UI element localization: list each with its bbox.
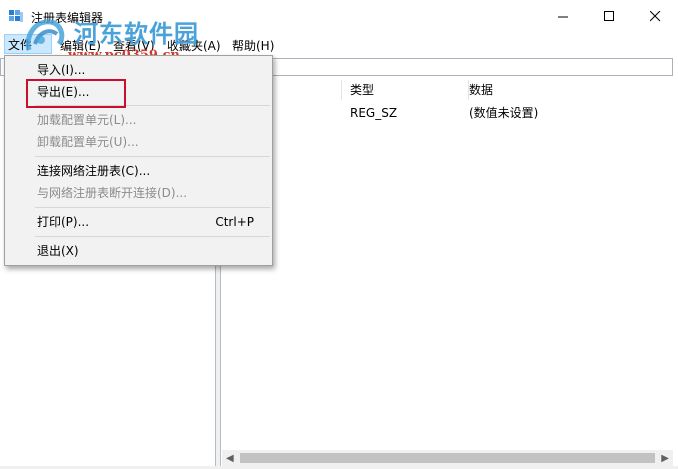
menu-item-print[interactable]: 打印(P)... Ctrl+P: [7, 211, 270, 233]
scroll-right-icon[interactable]: ▶: [661, 453, 669, 464]
minimize-icon: [558, 16, 568, 18]
value-list-pane[interactable]: 类型 数据 ) REG_SZ (数值未设置): [220, 80, 676, 469]
column-header-data[interactable]: 数据: [464, 80, 678, 100]
close-icon: [650, 11, 661, 22]
export-highlight-annotation: [26, 79, 126, 108]
close-button[interactable]: [632, 0, 678, 32]
minimize-button[interactable]: [540, 0, 586, 32]
menu-separator: [35, 156, 270, 157]
menu-separator: [35, 207, 270, 208]
menu-item-connect-network-registry[interactable]: 连接网络注册表(C)...: [7, 160, 270, 182]
maximize-button[interactable]: [586, 0, 632, 32]
print-shortcut: Ctrl+P: [215, 215, 254, 229]
menu-help[interactable]: 帮助(H): [229, 37, 277, 54]
watermark-logo-icon: [21, 14, 67, 60]
menu-item-exit[interactable]: 退出(X): [7, 240, 270, 262]
scrollbar-thumb[interactable]: [240, 453, 655, 463]
menu-item-disconnect-network-registry: 与网络注册表断开连接(D)...: [37, 186, 188, 200]
menu-item-import[interactable]: 导入(I)...: [7, 59, 270, 81]
horizontal-scrollbar[interactable]: ◀ ▶: [222, 450, 673, 466]
watermark-site-name: 河东软件园: [74, 20, 199, 48]
menu-separator: [35, 236, 270, 237]
value-type-cell: REG_SZ: [350, 106, 398, 120]
value-data-cell: (数值未设置): [469, 106, 539, 120]
scroll-left-icon[interactable]: ◀: [226, 453, 234, 464]
column-header-type[interactable]: 类型: [345, 80, 469, 100]
table-row[interactable]: ) REG_SZ (数值未设置): [221, 104, 677, 122]
maximize-icon: [604, 11, 614, 21]
menu-item-unload-hive: 卸载配置单元(U)...: [37, 135, 139, 149]
registry-editor-window: 注册表编辑器 文件(F) 编辑(E) 查看(V) 收藏夹(A) 帮助(H): [0, 0, 678, 469]
menu-item-load-hive: 加载配置单元(L)...: [37, 113, 137, 127]
